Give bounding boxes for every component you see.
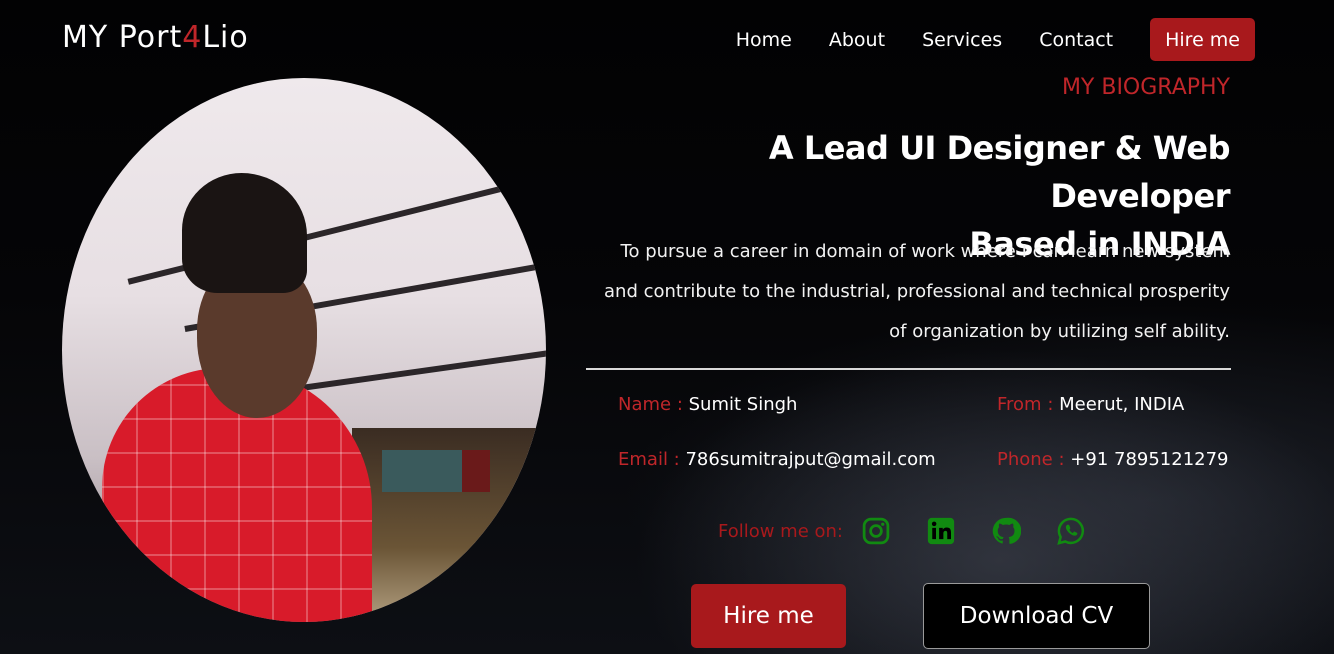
info-label: Email : [618,449,680,470]
info-value[interactable]: 786sumitrajput@gmail.com [685,449,935,470]
logo-text-part2: Lio [202,20,249,55]
photo-detail [282,348,546,394]
objective-line: To pursue a career in domain of work whe… [620,241,1230,262]
social-links: Follow me on: [718,516,1121,546]
main-nav: Home About Services Contact Hire me [699,18,1255,61]
instagram-icon[interactable] [861,516,891,546]
site-logo[interactable]: MY Port4Lio [62,20,249,55]
objective-line: and contribute to the industrial, profes… [604,281,1230,302]
photo-detail [462,450,490,492]
info-from: From : Meerut, INDIA [997,394,1184,415]
whatsapp-icon[interactable] [1056,516,1086,546]
photo-detail [382,450,462,492]
info-phone: Phone : +91 7895121279 [997,449,1229,470]
nav-hire-button[interactable]: Hire me [1150,18,1255,61]
info-label: Phone : [997,449,1065,470]
logo-accent: 4 [182,20,203,55]
divider [586,368,1231,370]
info-label: From : [997,394,1054,415]
info-email: Email : 786sumitrajput@gmail.com [618,449,936,470]
logo-text-part1: MY Port [62,20,183,55]
info-value: Sumit Singh [688,394,798,415]
objective-text: To pursue a career in domain of work whe… [570,232,1230,352]
info-label: Name : [618,394,683,415]
section-title: MY BIOGRAPHY [1061,75,1230,100]
nav-contact[interactable]: Contact [1039,29,1113,51]
nav-home[interactable]: Home [736,29,792,51]
headline-line: A Lead UI Designer & Web Developer [768,129,1231,215]
hire-me-button[interactable]: Hire me [691,584,846,648]
linkedin-icon[interactable] [926,516,956,546]
download-cv-button[interactable]: Download CV [923,583,1150,649]
follow-label: Follow me on: [718,520,843,542]
github-icon[interactable] [991,516,1021,546]
objective-line: of organization by utilizing self abilit… [889,321,1230,342]
info-value: Meerut, INDIA [1059,394,1185,415]
info-name: Name : Sumit Singh [618,394,797,415]
info-value[interactable]: +91 7895121279 [1070,449,1228,470]
nav-about[interactable]: About [829,29,885,51]
profile-photo [62,78,546,622]
photo-detail [182,173,307,293]
nav-services[interactable]: Services [922,29,1002,51]
